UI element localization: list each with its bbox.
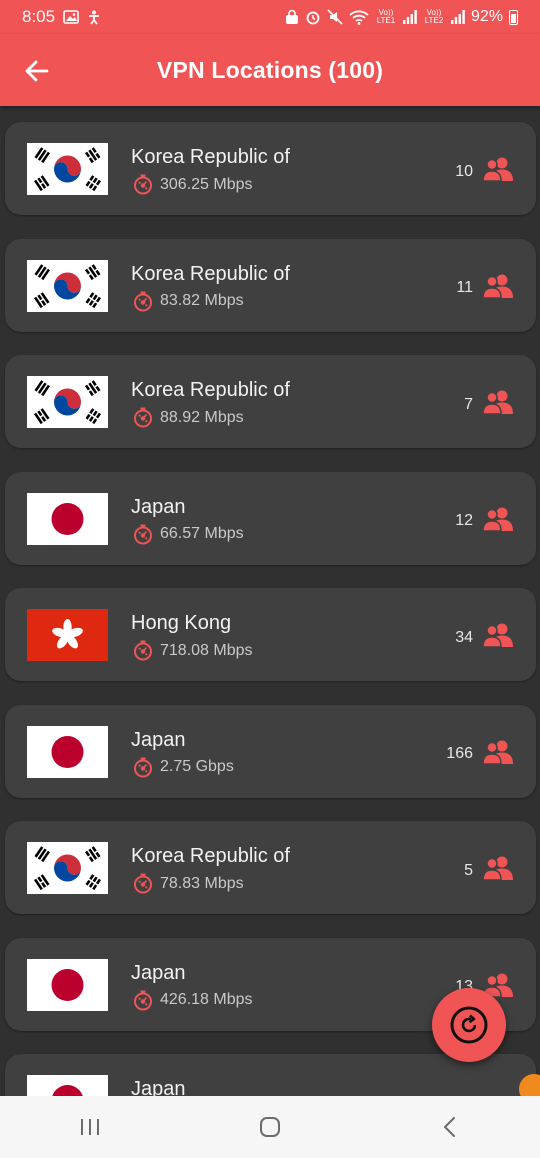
system-nav-bar (0, 1096, 540, 1158)
speedometer-icon (134, 407, 152, 428)
users-icon (482, 273, 514, 304)
flag-kr-icon (27, 259, 108, 312)
server-speed: 88.92 Mbps (160, 408, 244, 426)
speedometer-icon (134, 640, 152, 661)
flag-kr-icon (27, 376, 108, 428)
country-name: Japan (131, 728, 186, 751)
server-card[interactable]: Japan 66.57 Mbps 12 (5, 471, 536, 565)
recent-apps-button[interactable] (60, 1107, 120, 1147)
page-title: VPN Locations (100) (156, 56, 384, 83)
app-bar: VPN Locations (100) (0, 34, 540, 106)
server-card[interactable]: Hong Kong 718.08 Mbps 34 (5, 588, 536, 681)
user-count-group: 10 (455, 156, 514, 187)
user-count: 7 (464, 395, 473, 413)
home-button[interactable] (240, 1107, 300, 1147)
server-card[interactable]: Japan (5, 1054, 536, 1096)
server-speed: 426.18 Mbps (160, 991, 253, 1008)
user-count-group: 5 (464, 855, 514, 886)
users-icon (482, 156, 514, 187)
speed-row: 78.83 Mbps (133, 873, 244, 894)
users-icon (482, 739, 514, 770)
user-count-group: 166 (446, 739, 514, 770)
speedometer-icon (134, 873, 152, 894)
server-card[interactable]: Japan 2.75 Gbps 166 (5, 704, 536, 798)
refresh-icon (450, 1006, 488, 1044)
flag-kr-icon (27, 842, 108, 894)
speedometer-icon (134, 990, 152, 1010)
flag-hk-icon (27, 609, 108, 661)
server-speed: 83.82 Mbps (160, 292, 244, 309)
country-name: Japan (131, 961, 186, 984)
speed-row: 66.57 Mbps (133, 524, 244, 545)
users-icon (482, 622, 514, 653)
flag-jp-icon (27, 1075, 108, 1096)
server-speed: 2.75 Gbps (160, 758, 234, 775)
back-icon (444, 1117, 455, 1137)
server-card[interactable]: Korea Republic of 88.92 Mbps 7 (5, 355, 536, 448)
status-time: 8:05 (22, 7, 56, 26)
refresh-button[interactable] (432, 988, 506, 1062)
server-speed: 718.08 Mbps (160, 641, 253, 659)
accessibility-icon (89, 10, 100, 25)
battery-level: 92% (470, 8, 503, 25)
user-count: 5 (464, 861, 473, 879)
users-icon (482, 506, 514, 537)
country-name: Korea Republic of (131, 379, 290, 401)
server-card[interactable]: Korea Republic of 306.25 Mbps 10 (5, 122, 536, 215)
user-count: 10 (455, 162, 473, 180)
speed-row: 2.75 Gbps (133, 757, 234, 778)
wifi-icon (349, 10, 369, 25)
server-speed: 66.57 Mbps (160, 525, 244, 542)
user-count-group: 12 (455, 506, 514, 537)
battery-icon (509, 9, 518, 25)
speed-row: 426.18 Mbps (133, 990, 253, 1011)
nav-back-button[interactable] (420, 1107, 480, 1147)
lte2-label: Vo)) LTE2 (424, 8, 444, 25)
server-card[interactable]: Korea Republic of 83.82 Mbps 11 (5, 238, 536, 332)
flag-jp-icon (27, 725, 108, 778)
flag-kr-icon (27, 143, 108, 195)
flag-jp-icon (27, 492, 108, 545)
server-card[interactable]: Korea Republic of 78.83 Mbps 5 (5, 821, 536, 914)
speedometer-icon (134, 757, 152, 777)
user-count-group: 34 (455, 622, 514, 653)
server-speed: 78.83 Mbps (160, 874, 244, 892)
speedometer-icon (134, 174, 152, 195)
user-count: 166 (446, 745, 473, 762)
users-icon (482, 389, 514, 420)
speed-row: 88.92 Mbps (133, 407, 244, 428)
flag-jp-icon (27, 958, 108, 1011)
server-list[interactable]: Korea Republic of 306.25 Mbps 10 Korea Repu… (0, 106, 540, 1096)
country-name: Japan (131, 1078, 186, 1096)
country-name: Korea Republic of (131, 262, 290, 285)
users-icon (482, 855, 514, 886)
signal-icon (450, 10, 465, 24)
status-bar: 8:05 Vo)) LTE1 Vo)) LTE2 92% (0, 0, 540, 34)
user-count-group: 7 (464, 389, 514, 420)
speed-row: 718.08 Mbps (133, 640, 253, 661)
lte1-label: Vo)) LTE1 (376, 8, 396, 25)
speedometer-icon (134, 524, 152, 544)
mute-icon (327, 9, 343, 25)
speed-row: 83.82 Mbps (133, 291, 244, 312)
recent-apps-icon (81, 1119, 99, 1135)
country-name: Hong Kong (131, 612, 232, 634)
vpn-key-icon (285, 9, 298, 24)
country-name: Korea Republic of (131, 845, 290, 867)
gallery-icon (63, 10, 79, 24)
user-count: 12 (455, 512, 473, 529)
server-speed: 306.25 Mbps (160, 175, 253, 193)
alarm-icon (306, 11, 320, 25)
country-name: Korea Republic of (131, 146, 290, 168)
user-count: 34 (455, 628, 473, 646)
signal-icon (402, 10, 417, 24)
user-count: 11 (456, 279, 473, 296)
speedometer-icon (134, 291, 152, 311)
user-count-group: 11 (456, 273, 514, 304)
speed-row: 306.25 Mbps (133, 174, 253, 195)
home-icon (260, 1117, 280, 1137)
country-name: Japan (131, 495, 186, 518)
